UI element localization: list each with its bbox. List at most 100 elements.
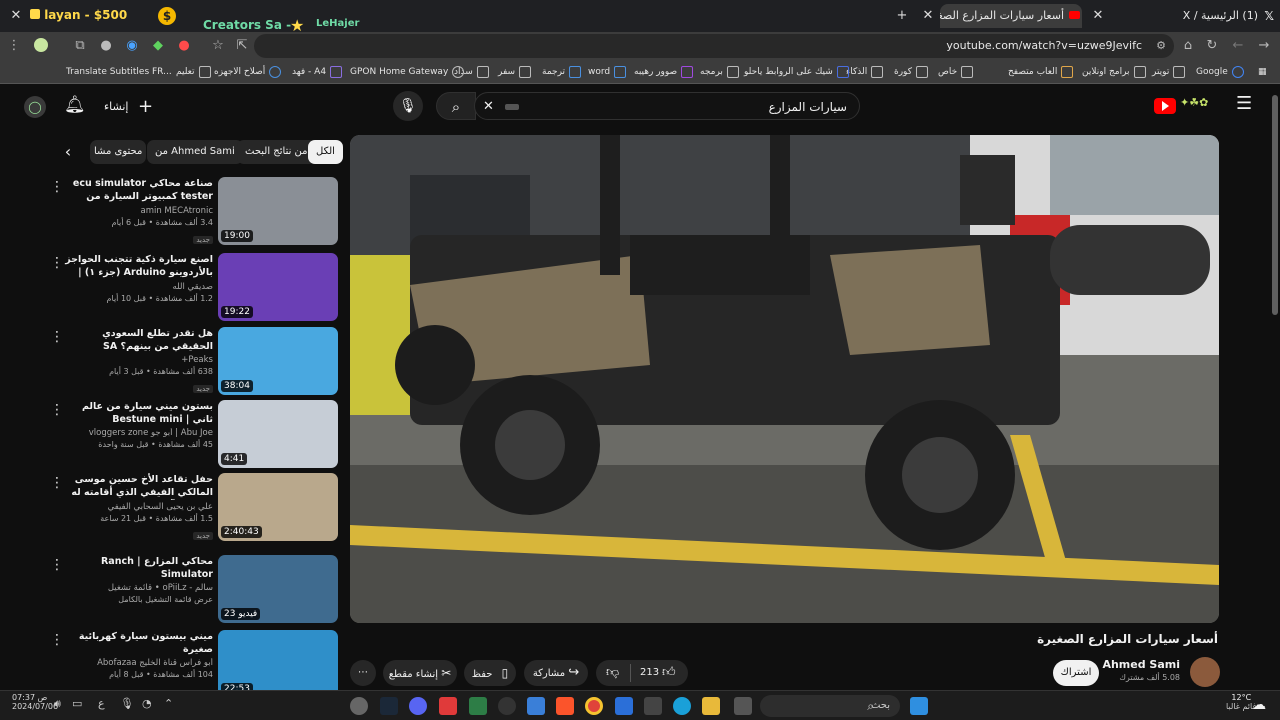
office-icon[interactable]	[615, 697, 633, 715]
bookmark-folder[interactable]: خاص	[938, 60, 974, 84]
back-icon[interactable]: →	[1252, 34, 1276, 58]
youtube-logo-icon[interactable]	[1154, 98, 1176, 114]
more-options-icon[interactable]: ⋮	[50, 402, 64, 418]
page-scrollbar[interactable]	[1270, 85, 1280, 690]
excel-icon[interactable]	[469, 697, 487, 715]
recommendation-item[interactable]: ⋮ حفل تقاعد الأخ حسين موسى المالكي الفيفي…	[40, 473, 340, 543]
recommendation-title[interactable]: اصنع سيارة ذكية تتجنب الحواجز بالأردوينو…	[63, 253, 213, 280]
more-options-icon[interactable]: ⋮	[50, 179, 64, 195]
menu-dots-icon[interactable]: ⋮	[2, 34, 26, 58]
like-icon[interactable]: 👍︎	[662, 660, 676, 686]
recommendation-title[interactable]: حفل تقاعد الأخ حسين موسى المالكي الفيفي …	[63, 473, 213, 500]
bookmark-item[interactable]: فهد - A4	[292, 60, 343, 84]
recommendation-channel[interactable]: Abu Joe | أبو جو vloggers zone	[63, 428, 213, 438]
video-player[interactable]	[350, 135, 1219, 623]
task-view-icon[interactable]	[734, 697, 752, 715]
chrome-icon[interactable]	[585, 697, 603, 715]
share-page-icon[interactable]: ⇱	[230, 34, 254, 58]
tab-x[interactable]: (1) الرئيسية / X 𝕏	[1150, 4, 1276, 28]
bookmark-folder[interactable]: كورة	[894, 60, 928, 84]
app-icon[interactable]	[498, 697, 516, 715]
search-input[interactable]: ✕ سيارات المزارع	[474, 92, 860, 120]
bookmark-item[interactable]: Translate Subtitles FR...	[66, 60, 172, 84]
apps-icon[interactable]: ▦	[1258, 60, 1267, 84]
store-icon[interactable]	[644, 697, 662, 715]
account-avatar[interactable]: ◯	[24, 96, 46, 118]
recommendation-thumbnail[interactable]: 38:04	[218, 327, 338, 395]
bookmark-item[interactable]: شيك على الروابط ياحلو	[744, 60, 849, 84]
discord-icon[interactable]	[409, 697, 427, 715]
recommendation-thumbnail[interactable]: 19:00	[218, 177, 338, 245]
dislike-icon[interactable]: 👎︎	[606, 660, 619, 686]
create-button[interactable]: إنشاء +	[104, 92, 153, 122]
recommendation-channel[interactable]: amin MECAtronic	[63, 206, 213, 216]
scrollbar-thumb[interactable]	[1272, 95, 1278, 315]
tray-overflow-icon[interactable]: ⌃	[164, 697, 173, 710]
subscribe-button[interactable]: اشتراك	[1053, 660, 1099, 686]
bookmark-folder[interactable]: تعليم	[176, 60, 211, 84]
start-icon[interactable]	[910, 697, 928, 715]
extension-icon[interactable]: ◉	[120, 34, 144, 58]
more-options-icon[interactable]: ⋮	[50, 557, 64, 573]
app-tray-icon[interactable]: ◔	[142, 697, 152, 710]
clip-button[interactable]: إنشاء مقطع ✂	[383, 660, 457, 686]
recommendation-title[interactable]: ميني بيستون سيارة كهربائية صغيرة	[63, 630, 213, 656]
hamburger-menu-icon[interactable]: ☰	[1236, 93, 1252, 114]
forward-icon[interactable]: ←	[1226, 34, 1250, 58]
bookmark-item[interactable]: برمجه	[700, 60, 739, 84]
extensions-icon[interactable]: ⧉	[68, 34, 92, 58]
recommendation-item[interactable]: ⋮ بستون ميني سيارة من عالم ثاني | Bestune…	[40, 400, 340, 470]
bookmark-folder[interactable]: العاب متصفح	[1008, 60, 1074, 84]
taskbar-search-input[interactable]: بحث ⌕	[760, 695, 900, 717]
chip-related[interactable]: محتوى مشا	[90, 140, 147, 164]
recommendation-item[interactable]: ⋮ اصنع سيارة ذكية تتجنب الحواجز بالأردوين…	[40, 253, 340, 323]
save-button[interactable]: حفظ ▯	[464, 660, 516, 686]
tab-youtube[interactable]: أسعار سيارات المزارع الصغيرة - Tube	[940, 4, 1082, 28]
extension-icon[interactable]: ●	[172, 34, 196, 58]
recommendation-thumbnail[interactable]: 22:53	[218, 630, 338, 698]
notifications-icon[interactable]: 🔔︎	[64, 95, 86, 115]
bookmark-folder[interactable]: برامج اونلاين	[1082, 60, 1146, 84]
recommendation-title[interactable]: محاكي المزارع | Ranch Simulator	[63, 555, 213, 581]
recommendation-thumbnail[interactable]: 4:41	[218, 400, 338, 468]
more-options-icon[interactable]: ⋮	[50, 632, 64, 648]
channel-avatar[interactable]	[1190, 657, 1220, 687]
bookmark-item[interactable]: صوور رهيبه	[634, 60, 694, 84]
recommendation-thumbnail[interactable]: 2:40:43	[218, 473, 338, 541]
chip-from-search[interactable]: من نتائج البحث	[237, 140, 316, 164]
language-indicator[interactable]: ع	[98, 697, 105, 710]
recommendation-thumbnail[interactable]: 23 فيديو	[218, 555, 338, 623]
steam-icon[interactable]	[380, 697, 398, 715]
chip-from-channel[interactable]: من Ahmed Sami	[147, 140, 243, 164]
bookmark-item[interactable]: word	[588, 60, 627, 84]
recommendation-channel[interactable]: Peaks+	[63, 355, 213, 365]
chip-all[interactable]: الكل	[308, 140, 343, 164]
microphone-icon[interactable]: 🎙︎	[120, 697, 134, 710]
recommendation-item[interactable]: ⋮ صناعة محاكي ecu simulator tester كمبيوت…	[40, 177, 340, 247]
bookmark-item[interactable]: أصلاح الاجهزه	[214, 60, 282, 84]
clock[interactable]: 07:37 ص 2024/07/06	[12, 693, 58, 711]
recommendation-item[interactable]: ⋮ هل تقدر تطلع السعودي الحقيقي من بينهم؟ …	[40, 327, 340, 397]
battery-icon[interactable]: ▭	[72, 697, 82, 710]
url-field[interactable]: youtube.com/watch?v=uzwe9Jevifc ⚙	[254, 34, 1174, 58]
new-tab-icon[interactable]: +	[890, 4, 914, 28]
reload-icon[interactable]: ↻	[1200, 34, 1224, 58]
brave-icon[interactable]	[556, 697, 574, 715]
recommendation-channel[interactable]: أبو فراس قناة الخليج Abofazaa	[63, 658, 213, 668]
more-options-icon[interactable]: ⋮	[50, 475, 64, 491]
bookmark-item[interactable]: GPON Home Gateway	[350, 60, 465, 84]
bookmark-twitter[interactable]: تويتر	[1152, 60, 1186, 84]
more-actions-icon[interactable]: ⋯	[350, 660, 376, 686]
doodle-icon[interactable]: ✦☘✿	[1180, 96, 1230, 114]
bookmark-item[interactable]: ترجمة	[542, 60, 582, 84]
more-options-icon[interactable]: ⋮	[50, 255, 64, 271]
profile-avatar[interactable]	[34, 38, 48, 52]
edge-icon[interactable]	[673, 697, 691, 715]
bookmark-folder[interactable]: الذكاء	[846, 60, 884, 84]
more-options-icon[interactable]: ⋮	[50, 329, 64, 345]
bookmark-google[interactable]: Google	[1196, 60, 1244, 84]
share-button[interactable]: مشاركة ↪	[524, 660, 588, 686]
bookmark-star-icon[interactable]: ☆	[206, 34, 230, 58]
keyboard-icon[interactable]	[505, 104, 519, 110]
site-settings-icon[interactable]: ⚙	[1156, 34, 1166, 58]
